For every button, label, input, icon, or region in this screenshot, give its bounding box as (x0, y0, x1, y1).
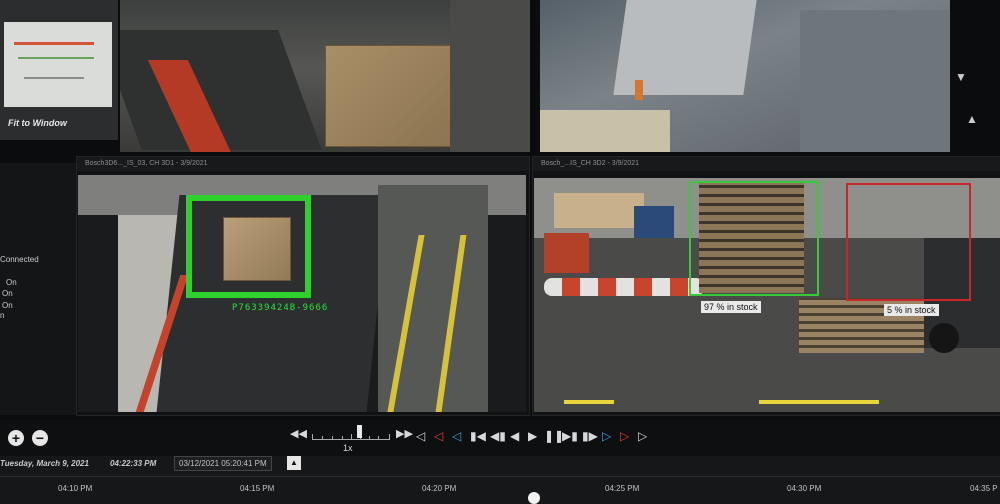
mark-red-in-icon[interactable]: ◁ (434, 430, 443, 442)
status-line: n (0, 311, 5, 320)
zoom-in-button[interactable]: + (8, 430, 24, 446)
detection-box-stock-low (846, 183, 971, 301)
speaker-icon[interactable]: ▲ (966, 112, 984, 128)
bell-icon[interactable]: ▼ (955, 70, 973, 86)
status-line: On (6, 278, 17, 287)
stock-label-low: 5 % in stock (884, 304, 939, 316)
speed-label: 1x (343, 443, 353, 453)
reverse-play-icon[interactable]: ◀ (510, 430, 519, 442)
status-panel: Connected On On On n (0, 163, 82, 415)
mark-out-icon[interactable]: ▷ (638, 430, 647, 442)
mark-red-out-icon[interactable]: ▷ (620, 430, 629, 442)
status-line: On (2, 301, 13, 310)
camera-b-header: Bosch_...IS_CH 3D2 - 3/9/2021 (533, 157, 1000, 171)
zoom-out-button[interactable]: − (32, 430, 48, 446)
detection-box-package (186, 195, 311, 298)
timeline-tick: 04:25 PM (605, 484, 640, 493)
camera-a-header: Bosch3D6..._IS_03, CH 3D1 - 3/9/2021 (77, 157, 529, 171)
status-line: Connected (0, 255, 39, 264)
timeline-tick: 04:35 P (970, 484, 998, 493)
play-icon[interactable]: ▶ (528, 430, 537, 442)
playback-controls: + − ◀◀ 1x ▶▶ ◁ ◁ ◁ ▮◀ ◀▮ ◀ ▶ ❚❚ ▶▮ ▮▶ ▷ … (0, 420, 1000, 456)
stock-label-high: 97 % in stock (701, 301, 761, 313)
status-line: On (2, 289, 13, 298)
fast-forward-icon[interactable]: ▶▶ (396, 428, 413, 440)
timeline-tick: 04:30 PM (787, 484, 822, 493)
package-id-label: P76339424B-9666 (232, 303, 329, 313)
fit-to-window-label[interactable]: Fit to Window (8, 118, 67, 128)
camera-b-video[interactable]: 97 % in stock 5 % in stock (534, 178, 1000, 412)
speed-handle[interactable] (357, 425, 362, 438)
next-segment-icon[interactable]: ▮▶ (582, 430, 598, 442)
rewind-icon[interactable]: ◀◀ (290, 428, 307, 440)
timeline-playhead[interactable] (528, 492, 540, 504)
timeline[interactable]: Tuesday, March 9, 2021 04:22:33 PM 03/12… (0, 456, 1000, 504)
current-date: Tuesday, March 9, 2021 (0, 459, 89, 468)
step-back-icon[interactable]: ◀▮ (490, 430, 506, 442)
timeline-tick: 04:10 PM (58, 484, 93, 493)
previous-segment-icon[interactable]: ▮◀ (470, 430, 486, 442)
layout-thumbnail[interactable]: Fit to Window (0, 0, 118, 140)
mark-blue-out-icon[interactable]: ▷ (602, 430, 611, 442)
camera-feed-top-left[interactable] (120, 0, 530, 152)
jump-up-icon[interactable]: ▲ (287, 456, 301, 470)
step-forward-icon[interactable]: ▶▮ (562, 430, 578, 442)
mark-in-icon[interactable]: ◁ (416, 430, 425, 442)
current-time: 04:22:33 PM (110, 459, 157, 468)
jump-to-date-field[interactable]: 03/12/2021 05:20:41 PM (174, 456, 272, 471)
camera-feed-top-right[interactable] (540, 0, 950, 152)
thumbnail-map-preview (4, 22, 112, 107)
speed-slider[interactable] (312, 425, 390, 440)
detection-box-stock-high (689, 181, 819, 296)
timeline-tick: 04:20 PM (422, 484, 457, 493)
camera-a-video[interactable]: P76339424B-9666 (78, 175, 526, 412)
timeline-tick: 04:15 PM (240, 484, 275, 493)
mark-blue-in-icon[interactable]: ◁ (452, 430, 461, 442)
